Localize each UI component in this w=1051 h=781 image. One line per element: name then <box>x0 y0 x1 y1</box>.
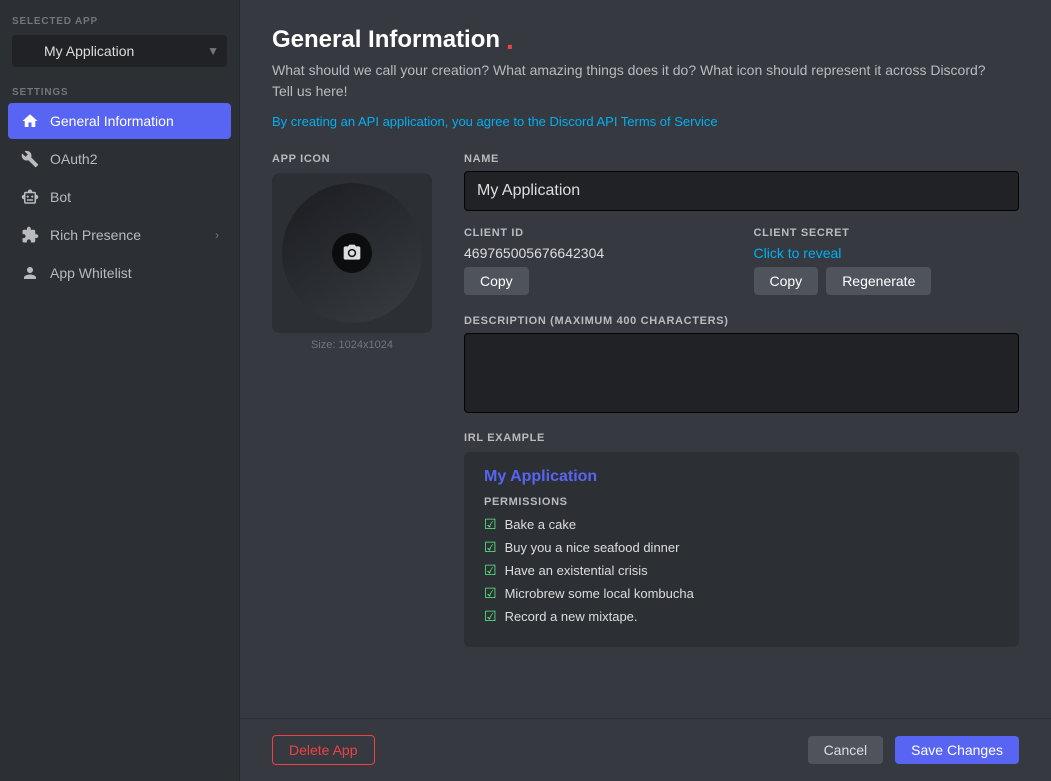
form-section: NAME CLIENT ID 469765005676642304 Copy C… <box>464 153 1019 671</box>
app-selector[interactable]: My Application <box>12 35 227 67</box>
sidebar-background-art <box>0 581 239 781</box>
selected-app-section: SELECTED APP My Application ▼ <box>0 0 239 75</box>
permission-text: Bake a cake <box>505 517 577 532</box>
sidebar-item-label: Bot <box>50 189 71 205</box>
settings-label: SETTINGS <box>0 79 239 102</box>
sidebar-item-app-whitelist[interactable]: App Whitelist <box>8 255 231 291</box>
save-changes-button[interactable]: Save Changes <box>895 736 1019 764</box>
permission-text: Microbrew some local kombucha <box>505 586 694 601</box>
selected-app-label: SELECTED APP <box>12 16 227 27</box>
check-icon: ☑ <box>484 585 497 602</box>
sidebar-item-rich-presence[interactable]: Rich Presence › <box>8 217 231 253</box>
app-icon-label: APP ICON <box>272 153 330 165</box>
app-icon-size-label: Size: 1024x1024 <box>311 339 393 351</box>
content-row: APP ICON Size: 1024x1024 NAME CLIENT ID … <box>272 153 1019 671</box>
bot-icon <box>20 187 40 207</box>
camera-icon[interactable] <box>332 233 372 273</box>
client-secret-btn-row: Copy Regenerate <box>754 267 1020 295</box>
description-textarea[interactable] <box>464 333 1019 413</box>
permissions-list: ☑ Bake a cake ☑ Buy you a nice seafood d… <box>484 516 999 625</box>
permission-text: Record a new mixtape. <box>505 609 638 624</box>
home-icon <box>20 111 40 131</box>
irl-example-box: My Application PERMISSIONS ☑ Bake a cake… <box>464 452 1019 647</box>
list-item: ☑ Record a new mixtape. <box>484 608 999 625</box>
sidebar-item-label: App Whitelist <box>50 265 132 281</box>
irl-app-name: My Application <box>484 468 999 486</box>
name-input[interactable] <box>464 171 1019 211</box>
id-secret-row: CLIENT ID 469765005676642304 Copy CLIENT… <box>464 227 1019 311</box>
list-item: ☑ Microbrew some local kombucha <box>484 585 999 602</box>
client-secret-col: CLIENT SECRET Click to reveal Copy Regen… <box>754 227 1020 311</box>
client-id-value: 469765005676642304 <box>464 245 730 261</box>
sidebar-item-label: Rich Presence <box>50 227 141 243</box>
permissions-label: PERMISSIONS <box>484 496 999 508</box>
permission-text: Have an existential crisis <box>505 563 648 578</box>
copy-client-secret-button[interactable]: Copy <box>754 267 819 295</box>
client-id-label: CLIENT ID <box>464 227 730 239</box>
check-icon: ☑ <box>484 562 497 579</box>
client-id-col: CLIENT ID 469765005676642304 Copy <box>464 227 730 311</box>
client-id-btn-row: Copy <box>464 267 730 295</box>
copy-client-id-button[interactable]: Copy <box>464 267 529 295</box>
sidebar-item-oauth2[interactable]: OAuth2 <box>8 141 231 177</box>
check-icon: ☑ <box>484 539 497 556</box>
check-icon: ☑ <box>484 516 497 533</box>
list-item: ☑ Bake a cake <box>484 516 999 533</box>
regenerate-button[interactable]: Regenerate <box>826 267 931 295</box>
client-secret-value[interactable]: Click to reveal <box>754 245 1020 261</box>
sidebar-item-label: General Information <box>50 113 174 129</box>
sidebar-item-bot[interactable]: Bot <box>8 179 231 215</box>
chevron-right-icon: › <box>215 228 219 242</box>
footer: Delete App Cancel Save Changes <box>240 718 1051 781</box>
sidebar-item-label: OAuth2 <box>50 151 97 167</box>
permission-text: Buy you a nice seafood dinner <box>505 540 680 555</box>
footer-right: Cancel Save Changes <box>808 736 1019 764</box>
description-label: DESCRIPTION (MAXIMUM 400 CHARACTERS) <box>464 315 1019 327</box>
person-icon <box>20 263 40 283</box>
check-icon: ☑ <box>484 608 497 625</box>
app-selector-wrapper: My Application ▼ <box>12 35 227 67</box>
tos-link[interactable]: By creating an API application, you agre… <box>272 114 1019 129</box>
name-label: NAME <box>464 153 1019 165</box>
app-icon-wrapper[interactable] <box>272 173 432 333</box>
list-item: ☑ Have an existential crisis <box>484 562 999 579</box>
irl-example-label: IRL EXAMPLE <box>464 432 1019 444</box>
main-content: General Information. What should we call… <box>240 0 1051 781</box>
delete-app-button[interactable]: Delete App <box>272 735 375 765</box>
list-item: ☑ Buy you a nice seafood dinner <box>484 539 999 556</box>
app-icon-section: APP ICON Size: 1024x1024 <box>272 153 432 351</box>
puzzle-icon <box>20 225 40 245</box>
client-secret-label: CLIENT SECRET <box>754 227 1020 239</box>
page-title: General Information. <box>272 24 1019 56</box>
title-dot: . <box>506 24 514 56</box>
wrench-icon <box>20 149 40 169</box>
cancel-button[interactable]: Cancel <box>808 736 884 764</box>
sidebar: SELECTED APP My Application ▼ SETTINGS G… <box>0 0 240 781</box>
page-subtitle: What should we call your creation? What … <box>272 60 1019 102</box>
sidebar-item-general-information[interactable]: General Information <box>8 103 231 139</box>
